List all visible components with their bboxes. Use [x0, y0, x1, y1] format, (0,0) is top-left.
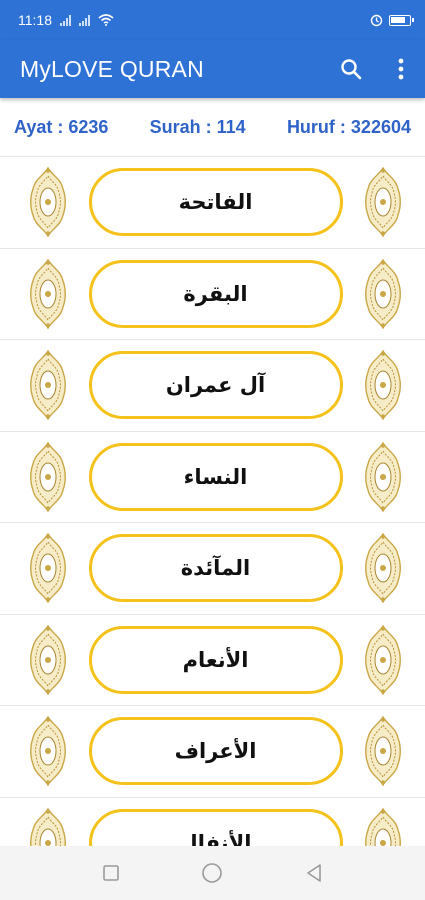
surah-button[interactable]: الفاتحة — [88, 168, 343, 237]
ornament-icon — [363, 442, 403, 512]
status-bar: 11:18 — [0, 0, 425, 40]
surah-button[interactable]: الأنعام — [88, 625, 343, 694]
wifi-icon — [98, 14, 114, 26]
surah-list[interactable]: الفاتحة البقرة آل عمران النساء المآئدة ا… — [0, 156, 425, 846]
status-time: 11:18 — [18, 12, 52, 28]
back-button[interactable] — [302, 861, 326, 885]
more-options-button[interactable] — [387, 55, 415, 83]
ornament-icon — [363, 350, 403, 420]
ornament-icon — [363, 167, 403, 237]
ayat-count: Ayat : 6236 — [14, 116, 109, 137]
ornament-icon — [28, 442, 68, 512]
alarm-icon — [370, 14, 383, 26]
search-icon — [341, 59, 362, 80]
ornament-icon — [363, 808, 403, 846]
list-item: النساء — [0, 430, 425, 523]
surah-button[interactable]: الأنفال — [88, 808, 343, 846]
ornament-icon — [28, 259, 68, 329]
app-title: MyLOVE QURAN — [20, 55, 204, 82]
ornament-icon — [28, 533, 68, 603]
ornament-icon — [28, 350, 68, 420]
surah-button[interactable]: البقرة — [88, 259, 343, 328]
ornament-icon — [28, 716, 68, 786]
ornament-icon — [28, 808, 68, 846]
list-item: الأنعام — [0, 613, 425, 706]
navigation-bar — [0, 846, 425, 900]
ornament-icon — [28, 625, 68, 695]
list-item: آل عمران — [0, 339, 425, 431]
search-button[interactable] — [337, 55, 365, 83]
list-item: الأعراف — [0, 705, 425, 797]
battery-icon — [389, 14, 414, 26]
recent-apps-button[interactable] — [99, 861, 123, 885]
home-button[interactable] — [200, 861, 224, 885]
ornament-icon — [363, 716, 403, 786]
surah-button[interactable]: المآئدة — [88, 534, 343, 603]
list-item: الأنفال — [0, 796, 425, 846]
stats-row: Ayat : 6236 Surah : 114 Huruf : 322604 — [0, 110, 425, 144]
surah-button[interactable]: الأعراف — [88, 717, 343, 786]
status-right — [370, 14, 414, 27]
surah-count: Surah : 114 — [149, 116, 246, 137]
ornament-icon — [363, 625, 403, 695]
list-item: البقرة — [0, 247, 425, 340]
surah-button[interactable]: آل عمران — [88, 351, 343, 420]
signal-icon — [60, 14, 71, 26]
ornament-icon — [28, 167, 68, 237]
back-icon — [307, 864, 321, 882]
app-bar: MyLOVE QURAN — [0, 40, 425, 98]
ornament-icon — [363, 259, 403, 329]
recent-apps-icon — [103, 865, 119, 881]
more-vert-icon — [398, 58, 404, 80]
huruf-count: Huruf : 322604 — [286, 116, 411, 137]
list-item: الفاتحة — [0, 156, 425, 248]
surah-button[interactable]: النساء — [88, 442, 343, 511]
ornament-icon — [363, 533, 403, 603]
home-icon — [202, 863, 223, 883]
status-left: 11:18 — [18, 12, 114, 28]
app-actions — [337, 55, 415, 83]
list-item: المآئدة — [0, 522, 425, 614]
signal-icon-2 — [79, 14, 90, 26]
